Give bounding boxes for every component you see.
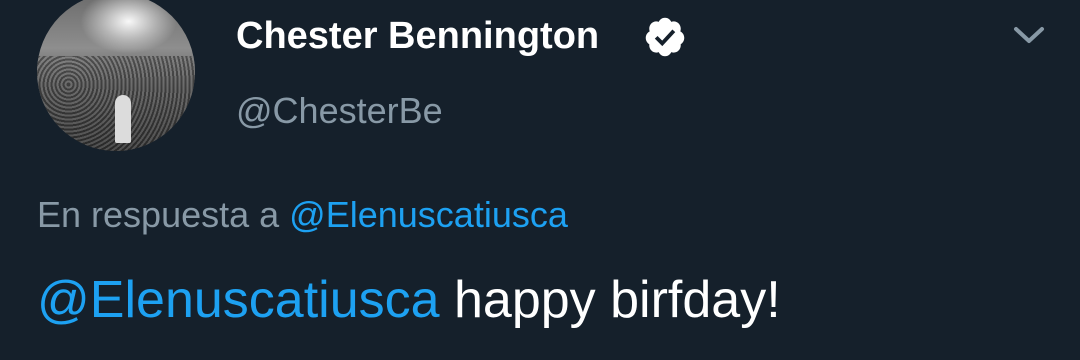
- author-display-name[interactable]: Chester Bennington: [236, 12, 599, 60]
- verified-badge-icon: [645, 17, 685, 57]
- tweet: Chester Bennington @ChesterBe En respues…: [0, 0, 1080, 360]
- reply-mention-link[interactable]: @Elenuscatiusca: [289, 194, 568, 235]
- tweet-text: @Elenuscatiusca happy birfday!: [37, 268, 781, 332]
- avatar-figure: [115, 95, 131, 143]
- reply-prefix: En respuesta a: [37, 194, 280, 235]
- chevron-down-icon[interactable]: [1010, 20, 1048, 50]
- author-handle[interactable]: @ChesterBe: [236, 88, 443, 134]
- tweet-message: happy birfday!: [454, 271, 781, 329]
- avatar[interactable]: [37, 0, 195, 151]
- reply-context: En respuesta a @Elenuscatiusca: [37, 192, 568, 238]
- tweet-mention-link[interactable]: @Elenuscatiusca: [37, 271, 440, 329]
